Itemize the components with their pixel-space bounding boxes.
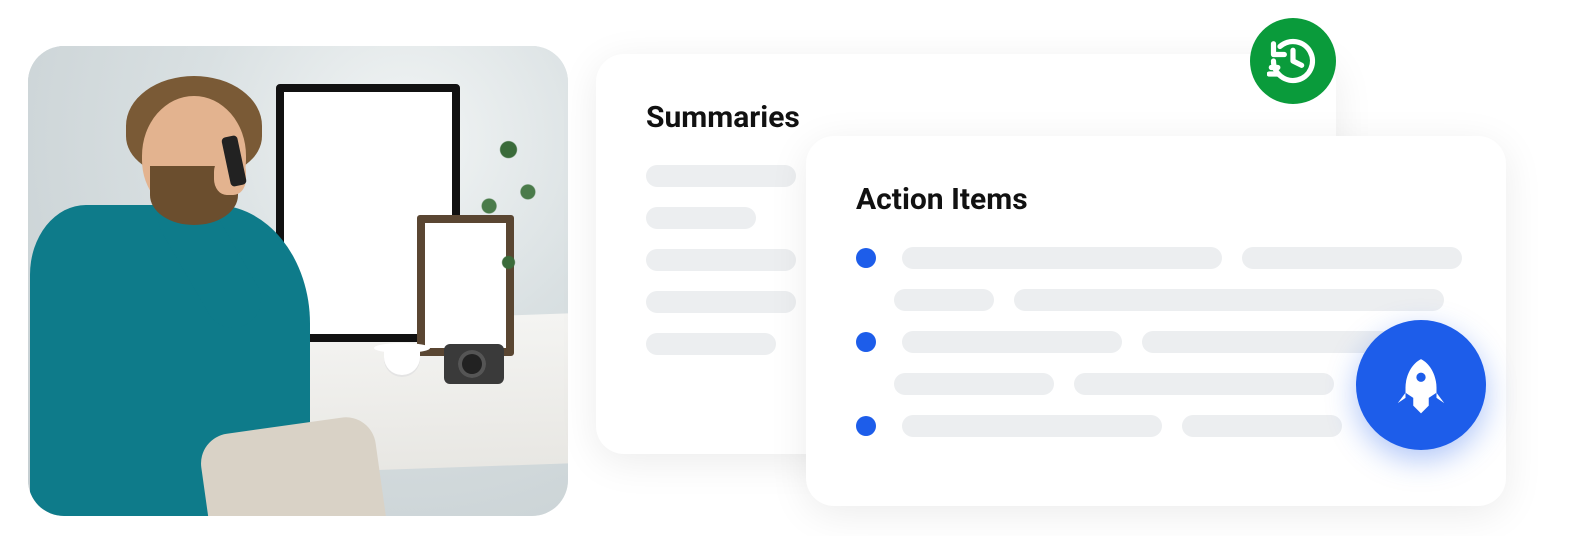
skeleton-bar xyxy=(902,331,1122,353)
list-item-continuation xyxy=(856,289,1456,311)
photo-person xyxy=(28,46,406,516)
action-items-title: Action Items xyxy=(856,182,1456,217)
photo-plant xyxy=(460,65,557,347)
skeleton-bar xyxy=(1142,331,1392,353)
summaries-title: Summaries xyxy=(646,100,1286,135)
skeleton-bar xyxy=(902,247,1222,269)
skeleton-bar xyxy=(646,165,796,187)
rocket-icon xyxy=(1390,354,1452,416)
skeleton-bar xyxy=(894,289,994,311)
list-item xyxy=(856,247,1456,269)
skeleton-bar xyxy=(1182,415,1342,437)
history-badge[interactable] xyxy=(1250,18,1336,104)
skeleton-bar xyxy=(646,249,796,271)
skeleton-bar xyxy=(1014,289,1444,311)
skeleton-bar xyxy=(646,207,756,229)
skeleton-bar xyxy=(646,333,776,355)
skeleton-bar xyxy=(646,291,796,313)
rocket-button[interactable] xyxy=(1356,320,1486,450)
bullet-icon xyxy=(856,332,876,352)
photo-camera xyxy=(444,344,504,384)
bullet-icon xyxy=(856,248,876,268)
skeleton-bar xyxy=(1074,373,1334,395)
user-photo xyxy=(28,46,568,516)
skeleton-bar xyxy=(894,373,1054,395)
action-items-card: Action Items xyxy=(806,136,1506,506)
bullet-icon xyxy=(856,416,876,436)
skeleton-bar xyxy=(902,415,1162,437)
history-icon xyxy=(1267,35,1319,87)
skeleton-bar xyxy=(1242,247,1462,269)
